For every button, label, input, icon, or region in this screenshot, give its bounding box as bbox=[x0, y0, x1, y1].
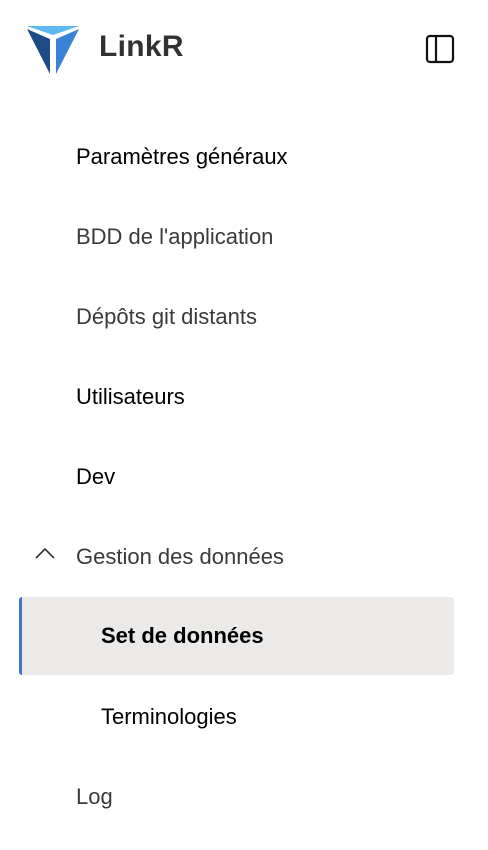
nav-item-label: BDD de l'application bbox=[76, 224, 274, 249]
nav-item-label: Gestion des données bbox=[76, 544, 284, 569]
nav-item-label: Utilisateurs bbox=[76, 384, 185, 409]
sidebar-toggle-icon[interactable] bbox=[425, 34, 455, 64]
nav-item-label: Paramètres généraux bbox=[76, 144, 288, 169]
nav-item-label: Dépôts git distants bbox=[76, 304, 257, 329]
nav-item-label: Terminologies bbox=[101, 704, 237, 729]
header: LinkR bbox=[0, 0, 488, 100]
nav-item-terminologies[interactable]: Terminologies bbox=[19, 678, 454, 756]
nav-item-datasets[interactable]: Set de données bbox=[19, 597, 454, 675]
nav-item-general-settings[interactable]: Paramètres généraux bbox=[19, 118, 454, 196]
nav-item-log[interactable]: Log bbox=[19, 758, 454, 836]
chevron-up-icon bbox=[35, 547, 55, 559]
nav-item-dev[interactable]: Dev bbox=[19, 438, 454, 516]
nav-item-label: Set de données bbox=[101, 623, 264, 648]
nav-item-users[interactable]: Utilisateurs bbox=[19, 358, 454, 436]
linkr-logo-icon bbox=[27, 26, 79, 74]
nav-item-label: Dev bbox=[76, 464, 116, 489]
nav-group-data-management[interactable]: Gestion des données bbox=[19, 518, 454, 596]
nav-item-label: Log bbox=[76, 784, 113, 809]
nav-item-remote-git-repos[interactable]: Dépôts git distants bbox=[19, 278, 454, 356]
nav-item-app-database[interactable]: BDD de l'application bbox=[19, 198, 454, 276]
app-title: LinkR bbox=[99, 30, 184, 63]
